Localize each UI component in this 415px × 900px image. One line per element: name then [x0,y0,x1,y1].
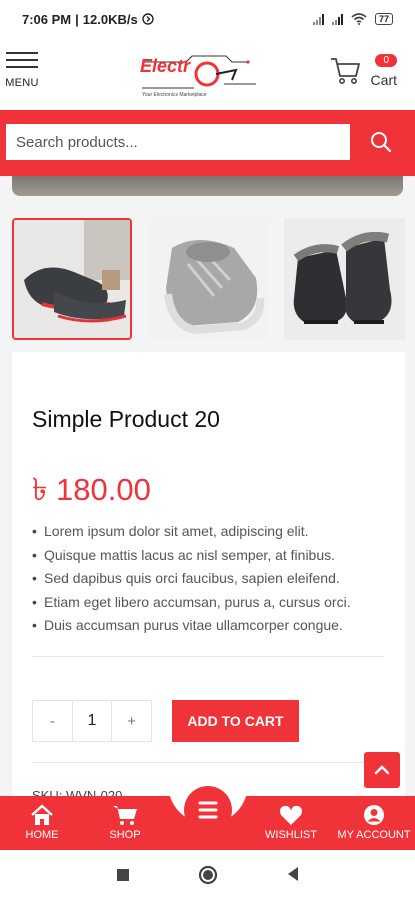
search-input[interactable] [6,124,350,160]
status-time: 7:06 PM [22,11,72,27]
nav-shop-label: SHOP [109,829,141,841]
feature-item: Lorem ipsum dolor sit amet, adipiscing e… [32,520,351,544]
sneaker-grey-icon [148,218,269,340]
quantity-value[interactable]: 1 [71,701,113,741]
nav-my-account-label: MY ACCOUNT [337,829,411,841]
menu-button[interactable]: MENU [2,52,42,91]
scroll-to-top-button[interactable] [364,752,400,788]
product-title: Simple Product 20 [32,406,220,432]
product-thumbnails [12,218,405,342]
cart-label: Cart [370,72,397,88]
home-circle-icon[interactable] [198,865,218,885]
nav-home-label: HOME [25,829,59,841]
nav-my-account[interactable]: MY ACCOUNT [334,804,414,841]
signal-icon [312,13,324,25]
feature-item: Sed dapibus quis orci faucibus, sapien e… [32,567,351,591]
boot-dark-icon [284,218,405,340]
quantity-decrease-button[interactable]: - [33,701,72,741]
thumbnail-2[interactable] [148,218,269,340]
search-button[interactable] [367,128,395,156]
nav-shop[interactable]: SHOP [85,804,165,841]
main-product-image [12,176,403,196]
divider [32,762,384,763]
signal-icon [331,13,343,25]
battery-icon: 77 [374,13,393,25]
data-saver-icon [142,13,154,25]
quantity-stepper: - 1 + [32,700,152,742]
product-details-card: Simple Product 20 ৳ 180.00 Lorem ipsum d… [12,352,405,803]
hamburger-icon [6,52,38,68]
heart-icon [280,805,302,825]
list-menu-icon [198,801,218,819]
cart-icon [331,58,360,84]
home-icon [31,804,53,825]
center-menu-button[interactable] [184,786,232,834]
nav-wishlist[interactable]: WISHLIST [251,804,331,841]
wifi-icon [351,13,367,25]
divider [32,656,384,657]
logo-word: Electr [140,56,191,76]
app-header: MENU Electr Your Electronics Marketplace… [0,38,415,110]
sneaker-dark-icon [14,220,130,338]
bottom-navigation: HOME SHOP WISHLIST MY ACCOUNT [0,774,415,850]
product-features: Lorem ipsum dolor sit amet, adipiscing e… [32,520,351,638]
site-logo[interactable]: Electr Your Electronics Marketplace [140,50,260,102]
quantity-increase-button[interactable]: + [112,701,151,741]
feature-item: Etiam eget libero accumsan, purus a, cur… [32,591,351,615]
thumbnail-3[interactable] [284,218,405,340]
thumbnail-1[interactable] [12,218,132,340]
status-bar: 7:06 PM | 12.0KB/s 77 [0,0,415,38]
search-icon [371,132,392,153]
chevron-up-icon [374,765,390,775]
status-speed: 12.0KB/s [82,11,138,27]
recents-icon[interactable] [116,868,130,882]
nav-wishlist-label: WISHLIST [265,829,317,841]
nav-home[interactable]: HOME [2,804,82,841]
back-icon[interactable] [286,866,300,882]
system-navigation-bar [0,850,415,900]
logo-tagline: Your Electronics Marketplace [142,92,207,98]
feature-item: Quisque mattis lacus ac nisl semper, at … [32,544,351,568]
menu-label: MENU [5,77,39,89]
shop-cart-icon [113,806,137,825]
product-price: ৳ 180.00 [32,472,151,507]
feature-item: Duis accumsan purus vitae ullamcorper co… [32,614,351,638]
cart-button[interactable]: 0 Cart [327,50,397,94]
user-icon [364,805,384,825]
add-to-cart-button[interactable]: ADD TO CART [172,700,299,742]
cart-count-badge: 0 [375,54,397,67]
search-bar [0,110,415,176]
